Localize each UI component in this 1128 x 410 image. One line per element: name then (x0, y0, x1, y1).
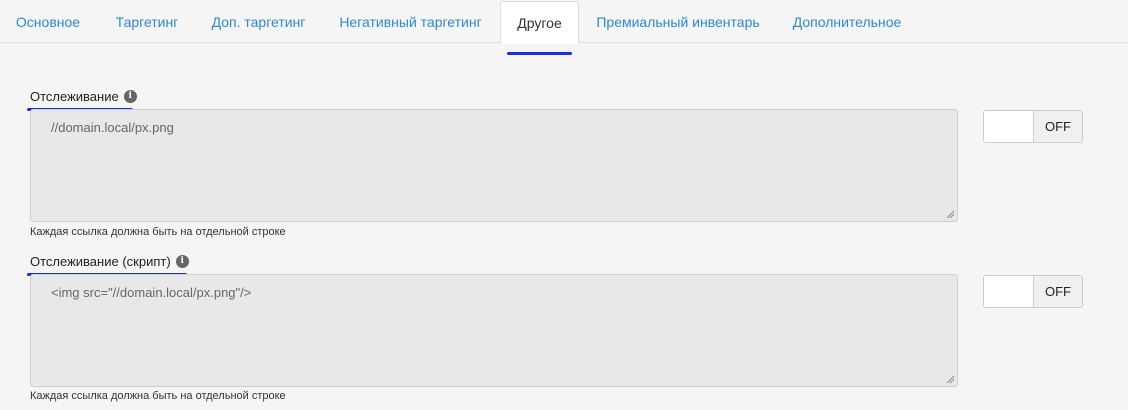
tab-premium-inventory[interactable]: Премиальный инвентарь (581, 0, 775, 43)
tab-basic[interactable]: Основное (0, 0, 96, 43)
resize-grip-icon[interactable] (946, 375, 955, 384)
tab-bar: Основное Таргетинг Доп. таргетинг Негати… (0, 0, 1128, 55)
tracking-script-textarea[interactable]: <img src="//domain.local/px.png"/> (30, 274, 958, 387)
tracking-toggle[interactable]: OFF (983, 110, 1083, 143)
toggle-knob (984, 276, 1034, 307)
tracking-hint: Каждая ссылка должна быть на отдельной с… (30, 226, 286, 238)
toggle-state: OFF (1034, 276, 1082, 307)
tracking-label: Отслеживание i (27, 88, 137, 111)
tab-other[interactable]: Другое (500, 1, 579, 55)
info-icon[interactable]: i (175, 254, 189, 268)
toggle-knob (984, 111, 1034, 142)
tab-extra-targeting[interactable]: Доп. таргетинг (196, 0, 321, 43)
tracking-script-label: Отслеживание (скрипт) i (27, 253, 189, 276)
tracking-script-label-text: Отслеживание (скрипт) (30, 253, 171, 269)
tracking-label-text: Отслеживание (30, 88, 119, 104)
info-icon[interactable]: i (123, 89, 137, 103)
tracking-script-toggle[interactable]: OFF (983, 275, 1083, 308)
tracking-textarea[interactable]: //domain.local/px.png (30, 109, 958, 222)
tab-additional[interactable]: Дополнительное (777, 0, 917, 43)
resize-grip-icon[interactable] (946, 210, 955, 219)
toggle-state: OFF (1034, 111, 1082, 142)
tracking-script-textarea-value: <img src="//domain.local/px.png"/> (51, 285, 252, 300)
tab-negative-targeting[interactable]: Негативный таргетинг (323, 0, 498, 43)
tracking-script-hint: Каждая ссылка должна быть на отдельной с… (30, 390, 286, 402)
tab-targeting[interactable]: Таргетинг (98, 0, 196, 43)
tab-other-label: Другое (517, 14, 562, 31)
annotation-underline (507, 52, 572, 55)
tracking-textarea-value: //domain.local/px.png (51, 120, 174, 135)
